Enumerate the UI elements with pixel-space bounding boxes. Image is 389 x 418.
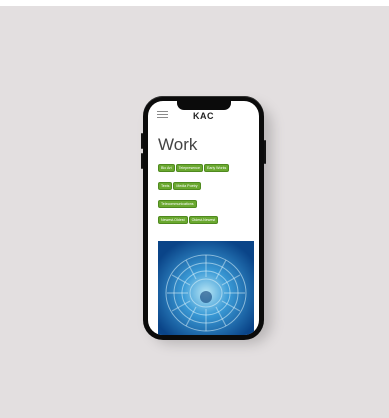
filter-tag-texts[interactable]: Texts: [158, 182, 173, 190]
category-filter-list: Bio Art Telepresence Early Works Texts Medi…: [158, 164, 258, 218]
phone-power-button: [264, 140, 266, 164]
sort-newest-oldest[interactable]: Newest-Oldest: [158, 216, 188, 224]
filter-tag-telepresence[interactable]: Telepresence: [175, 164, 203, 172]
phone-screen: KAC Work Bio Art Telepresence Early Works …: [148, 101, 259, 335]
phone-mockup: KAC Work Bio Art Telepresence Early Works …: [143, 96, 264, 340]
filter-tag-media-poetry[interactable]: Media Poetry: [173, 182, 201, 190]
filter-tag-early-works[interactable]: Early Works: [203, 164, 230, 172]
artwork-image: [158, 241, 254, 335]
artwork-thumbnail[interactable]: [158, 241, 254, 335]
phone-notch: [177, 101, 231, 110]
sort-options: Newest-Oldest Oldest-Newest: [158, 216, 219, 234]
filter-tag-telecommunications[interactable]: Telecommunications: [158, 200, 197, 208]
site-logo[interactable]: KAC: [148, 111, 259, 121]
filter-tag-bio-art[interactable]: Bio Art: [158, 164, 175, 172]
sort-oldest-newest[interactable]: Oldest-Newest: [188, 216, 219, 224]
page-title: Work: [158, 135, 198, 154]
